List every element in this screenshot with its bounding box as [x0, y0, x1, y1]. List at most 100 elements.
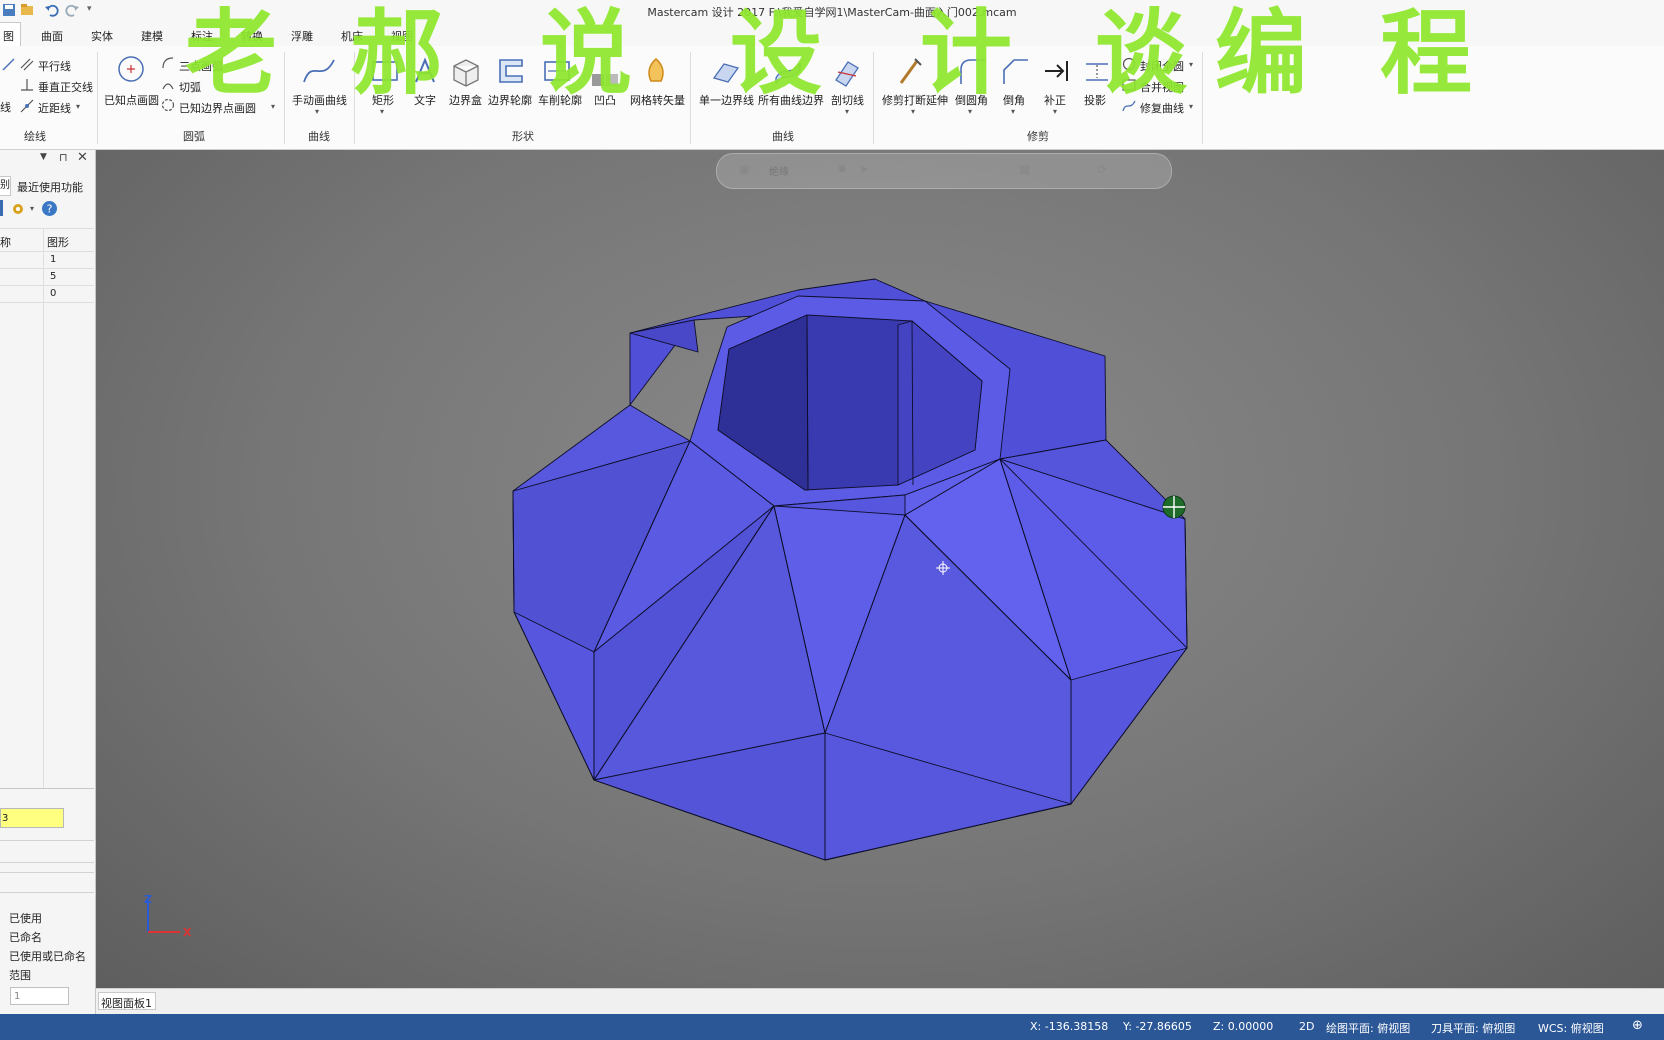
tab-sketch[interactable]: 图: [0, 22, 21, 46]
panel-toolbar-button[interactable]: [0, 200, 3, 216]
group-separator: [873, 52, 874, 144]
radio-named[interactable]: 已命名: [9, 929, 42, 945]
close-arc-button[interactable]: 封闭全圆: [1140, 58, 1184, 74]
panel-tab-levels[interactable]: 别: [0, 176, 11, 196]
chevron-down-icon[interactable]: ▾: [1189, 102, 1193, 111]
tab-model[interactable]: 建模: [141, 28, 163, 44]
panel-divider: [0, 872, 94, 873]
table-row[interactable]: 0: [50, 288, 56, 299]
slice-curve-button[interactable]: 剖切线: [831, 92, 864, 108]
gear-icon[interactable]: [10, 201, 26, 217]
chevron-down-icon[interactable]: ▾: [380, 107, 384, 116]
status-z-coordinate[interactable]: Z: 0.00000: [1213, 1020, 1273, 1033]
status-tool-plane[interactable]: 刀具平面: 俯视图: [1431, 1020, 1515, 1036]
tab-annotate[interactable]: 标注: [191, 28, 213, 44]
bump-button[interactable]: 凹凸: [594, 92, 616, 108]
rectangle-button[interactable]: 矩形: [372, 92, 394, 108]
chevron-down-icon[interactable]: ▾: [271, 102, 275, 111]
arc-3point-button[interactable]: 三点画弧: [179, 58, 223, 74]
group-label-curve: 曲线: [308, 130, 330, 143]
manual-spline-button[interactable]: 手动画曲线: [292, 92, 347, 108]
manual-spline-icon: [303, 59, 335, 83]
status-construction-plane[interactable]: 绘图平面: 俯视图: [1326, 1020, 1410, 1036]
chevron-down-icon[interactable]: ▾: [1011, 107, 1015, 116]
parallel-line-button[interactable]: 平行线: [38, 58, 71, 74]
silhouette-boundary-button[interactable]: 边界轮廓: [488, 92, 532, 108]
tab-solids[interactable]: 实体: [91, 28, 113, 44]
globe-icon[interactable]: ⊕: [1632, 1018, 1643, 1033]
chevron-down-icon[interactable]: ▾: [968, 107, 972, 116]
bounding-box-icon: [453, 59, 479, 87]
close-icon[interactable]: ✕: [77, 150, 88, 165]
level-number-input[interactable]: 3: [0, 808, 64, 828]
title-bar: ▾ Mastercam 设计 2017 F:\我爱自学网1\MasterCam-…: [0, 0, 1664, 22]
bounding-box-button[interactable]: 边界盒: [449, 92, 482, 108]
tab-relief[interactable]: 浮雕: [291, 28, 313, 44]
gear-icon[interactable]: ✹: [837, 162, 847, 176]
solid-model[interactable]: [96, 150, 1664, 988]
fillet-button[interactable]: 倒圆角: [955, 92, 988, 108]
turn-profile-icon: [544, 61, 570, 81]
chevron-down-icon[interactable]: ▾: [30, 204, 34, 213]
radio-used[interactable]: 已使用: [9, 910, 42, 926]
table-row[interactable]: 1: [50, 254, 56, 265]
range-input[interactable]: 1: [10, 987, 69, 1005]
floating-selection-toolbar[interactable]: 绝缘 ▣ ✹ ➤ ▦ ⟳: [716, 153, 1172, 189]
turn-profile-button[interactable]: 车削轮廓: [538, 92, 582, 108]
lock-icon[interactable]: ▣: [739, 162, 750, 176]
table-row[interactable]: 5: [50, 271, 56, 282]
single-edge-curve-button[interactable]: 单一边界线: [699, 92, 754, 108]
arc-tangent-button[interactable]: 切弧: [179, 79, 201, 95]
radio-used-or-named[interactable]: 已使用或已命名: [9, 948, 86, 964]
join-entities-button[interactable]: 合并视图: [1140, 79, 1184, 95]
graphics-viewport[interactable]: 绝缘 ▣ ✹ ➤ ▦ ⟳ Z X: [96, 150, 1664, 988]
circle-center-point-button[interactable]: 已知点画圆: [104, 92, 159, 108]
grid-line: [0, 285, 94, 286]
help-icon[interactable]: ?: [41, 200, 58, 217]
panel-tab-recent-functions[interactable]: 最近使用功能: [17, 179, 83, 195]
status-bar: X: -136.38158 Y: -27.86605 Z: 0.00000 2D…: [0, 1014, 1664, 1040]
offset-button[interactable]: 补正: [1044, 92, 1066, 108]
status-y-coordinate: Y: -27.86605: [1123, 1020, 1192, 1033]
slice-curve-icon: [835, 61, 859, 87]
chevron-down-icon[interactable]: ▾: [911, 107, 915, 116]
project-button[interactable]: 投影: [1084, 92, 1106, 108]
mesh-vector-button[interactable]: 网格转矢量: [630, 92, 685, 108]
chamfer-button[interactable]: 倒角: [1003, 92, 1025, 108]
pin-icon[interactable]: ⊓: [59, 151, 68, 164]
status-x-coordinate: X: -136.38158: [1030, 1020, 1109, 1033]
status-2d-3d-toggle[interactable]: 2D: [1299, 1020, 1314, 1033]
tab-machine[interactable]: 机床: [341, 28, 363, 44]
repair-curve-button[interactable]: 修复曲线: [1140, 100, 1184, 116]
panel-divider: [0, 892, 94, 893]
letters-button[interactable]: 文字: [414, 92, 436, 108]
group-label-lines: 绘线: [24, 130, 46, 143]
line-endpoints-icon[interactable]: [2, 57, 16, 71]
window-select-icon[interactable]: ▦: [1019, 162, 1030, 176]
circle-center-point-icon: [118, 56, 144, 82]
all-edge-curves-icon: [775, 61, 801, 85]
tab-view[interactable]: 视图: [391, 28, 413, 44]
chevron-down-icon[interactable]: ▾: [315, 107, 319, 116]
radio-range[interactable]: 范围: [9, 967, 31, 983]
closest-line-icon: [20, 99, 34, 113]
all-edge-curves-button[interactable]: 所有曲线边界: [758, 92, 824, 108]
rotate-icon[interactable]: ⟳: [1097, 162, 1107, 176]
closest-line-button[interactable]: 近距线: [38, 100, 71, 116]
group-separator: [284, 52, 285, 144]
tab-viewsheet-1[interactable]: 视图面板1: [98, 992, 156, 1010]
pointer-icon[interactable]: ➤: [859, 162, 869, 176]
chevron-down-icon[interactable]: ▾: [76, 102, 80, 111]
grid-line: [0, 228, 94, 229]
tab-transform[interactable]: 转换: [241, 28, 263, 44]
trim-break-extend-button[interactable]: 修剪打断延伸: [882, 92, 948, 108]
chevron-down-icon[interactable]: ▾: [1189, 60, 1193, 69]
chevron-down-icon[interactable]: ▾: [1053, 107, 1057, 116]
chevron-down-icon[interactable]: ▾: [845, 107, 849, 116]
panel-dropdown-icon[interactable]: ▼: [40, 152, 47, 162]
perpendicular-line-button[interactable]: 垂直正交线: [38, 79, 93, 95]
fillet-icon: [960, 59, 985, 84]
tab-surfaces[interactable]: 曲面: [41, 28, 63, 44]
circle-edge-point-button[interactable]: 已知边界点画圆: [179, 100, 256, 116]
status-wcs[interactable]: WCS: 俯视图: [1538, 1020, 1604, 1036]
